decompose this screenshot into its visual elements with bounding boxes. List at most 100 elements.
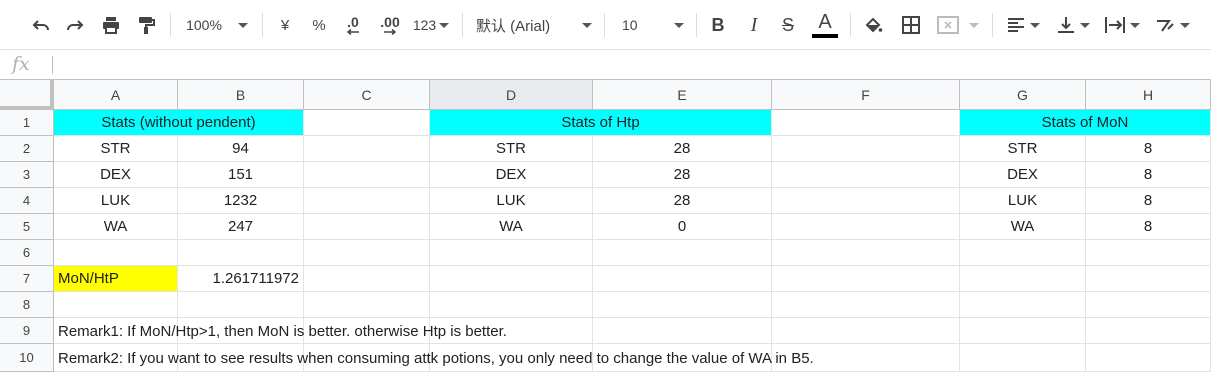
cell-h5[interactable]: 8 [1086,214,1211,240]
grid-cell[interactable] [430,266,593,292]
grid-cell[interactable] [772,292,960,318]
cell-e3[interactable]: 28 [593,162,772,188]
fill-color-icon[interactable] [860,0,886,50]
grid-cell[interactable] [1086,240,1211,266]
text-rotation-icon[interactable] [1150,0,1194,50]
grid-cell[interactable] [772,214,960,240]
cell-d4[interactable]: LUK [430,188,593,214]
column-header-f[interactable]: F [772,80,960,110]
cell-a3[interactable]: DEX [54,162,178,188]
cell-e4[interactable]: 28 [593,188,772,214]
cell-h3[interactable]: 8 [1086,162,1211,188]
grid-cell[interactable] [178,240,304,266]
column-header-b[interactable]: B [178,80,304,110]
percent-button[interactable]: % [308,0,330,50]
bold-button[interactable]: B [706,0,730,50]
grid-cell[interactable] [54,292,178,318]
row-header-10[interactable]: 10 [0,344,54,372]
column-header-c[interactable]: C [304,80,430,110]
grid-cell[interactable] [304,214,430,240]
grid-cell[interactable] [304,266,430,292]
merge-cells-icon[interactable] [934,0,982,50]
row-header-4[interactable]: 4 [0,188,54,214]
number-format-dropdown[interactable]: 123 [410,0,452,50]
strikethrough-button[interactable]: S [776,0,800,50]
decrease-decimal-button[interactable]: .0 [340,0,366,50]
cell-b2[interactable]: 94 [178,136,304,162]
row-header-1[interactable]: 1 [0,110,54,136]
grid-cell[interactable] [1086,318,1211,344]
grid-cell[interactable] [772,136,960,162]
grid-cell[interactable] [304,110,430,136]
grid-cell[interactable] [304,240,430,266]
text-color-button[interactable]: A [810,0,840,50]
cell-e5[interactable]: 0 [593,214,772,240]
cell-g5[interactable]: WA [960,214,1086,240]
grid-cell[interactable] [304,188,430,214]
cell-g3[interactable]: DEX [960,162,1086,188]
grid-cell[interactable] [430,292,593,318]
cell-b7-ratio-value[interactable]: 1.261711972 [178,266,304,292]
cell-h2[interactable]: 8 [1086,136,1211,162]
row-header-7[interactable]: 7 [0,266,54,292]
paint-format-icon[interactable] [133,0,159,50]
italic-button[interactable]: I [742,0,766,50]
row-header-9[interactable]: 9 [0,318,54,344]
cell-g2[interactable]: STR [960,136,1086,162]
row-header-8[interactable]: 8 [0,292,54,318]
borders-icon[interactable] [898,0,924,50]
grid-cell[interactable] [772,162,960,188]
grid-cell[interactable] [1086,266,1211,292]
cell-a1-stats-without-pendent-header[interactable]: Stats (without pendent) [54,110,304,136]
cell-a5[interactable]: WA [54,214,178,240]
grid-cell[interactable] [178,292,304,318]
font-family-dropdown[interactable]: 默认 (Arial) [476,0,596,50]
cell-a7-ratio-label[interactable]: MoN/HtP [54,266,178,292]
grid-cell[interactable] [960,318,1086,344]
cell-d5[interactable]: WA [430,214,593,240]
grid-cell[interactable] [1086,344,1211,372]
cell-b3[interactable]: 151 [178,162,304,188]
cell-g4[interactable]: LUK [960,188,1086,214]
row-header-6[interactable]: 6 [0,240,54,266]
grid-cell[interactable] [54,240,178,266]
row-header-3[interactable]: 3 [0,162,54,188]
currency-button[interactable]: ¥ [274,0,296,50]
vertical-align-icon[interactable] [1052,0,1094,50]
column-header-e[interactable]: E [593,80,772,110]
redo-icon[interactable] [62,0,88,50]
column-header-a[interactable]: A [54,80,178,110]
font-size-dropdown[interactable]: 10 [616,0,688,50]
grid-cell[interactable] [304,162,430,188]
column-header-h[interactable]: H [1086,80,1211,110]
grid-cell[interactable] [960,240,1086,266]
grid-cell[interactable] [593,240,772,266]
cell-a4[interactable]: LUK [54,188,178,214]
grid-cell[interactable] [960,292,1086,318]
grid-cell[interactable] [304,292,430,318]
cell-g1-stats-of-mon-header[interactable]: Stats of MoN [960,110,1211,136]
grid-cell[interactable] [304,136,430,162]
text-wrapping-icon[interactable] [1100,0,1144,50]
cell-e2[interactable]: 28 [593,136,772,162]
horizontal-align-icon[interactable] [1002,0,1044,50]
grid-cell[interactable] [593,266,772,292]
cell-d3[interactable]: DEX [430,162,593,188]
grid-cell[interactable] [772,240,960,266]
grid-cell[interactable] [430,240,593,266]
increase-decimal-button[interactable]: .00 [376,0,404,50]
grid-cell[interactable] [772,266,960,292]
cell-h4[interactable]: 8 [1086,188,1211,214]
cell-d2[interactable]: STR [430,136,593,162]
column-header-g[interactable]: G [960,80,1086,110]
undo-icon[interactable] [28,0,54,50]
cell-b5[interactable]: 247 [178,214,304,240]
select-all-corner[interactable] [0,80,54,110]
column-header-d[interactable]: D [430,80,593,110]
cell-a9-remark1[interactable]: Remark1: If MoN/Htp>1, then MoN is bette… [54,318,954,344]
grid-cell[interactable] [960,344,1086,372]
print-icon[interactable] [98,0,124,50]
row-header-5[interactable]: 5 [0,214,54,240]
grid-cell[interactable] [772,188,960,214]
zoom-dropdown[interactable]: 100% [180,0,254,50]
